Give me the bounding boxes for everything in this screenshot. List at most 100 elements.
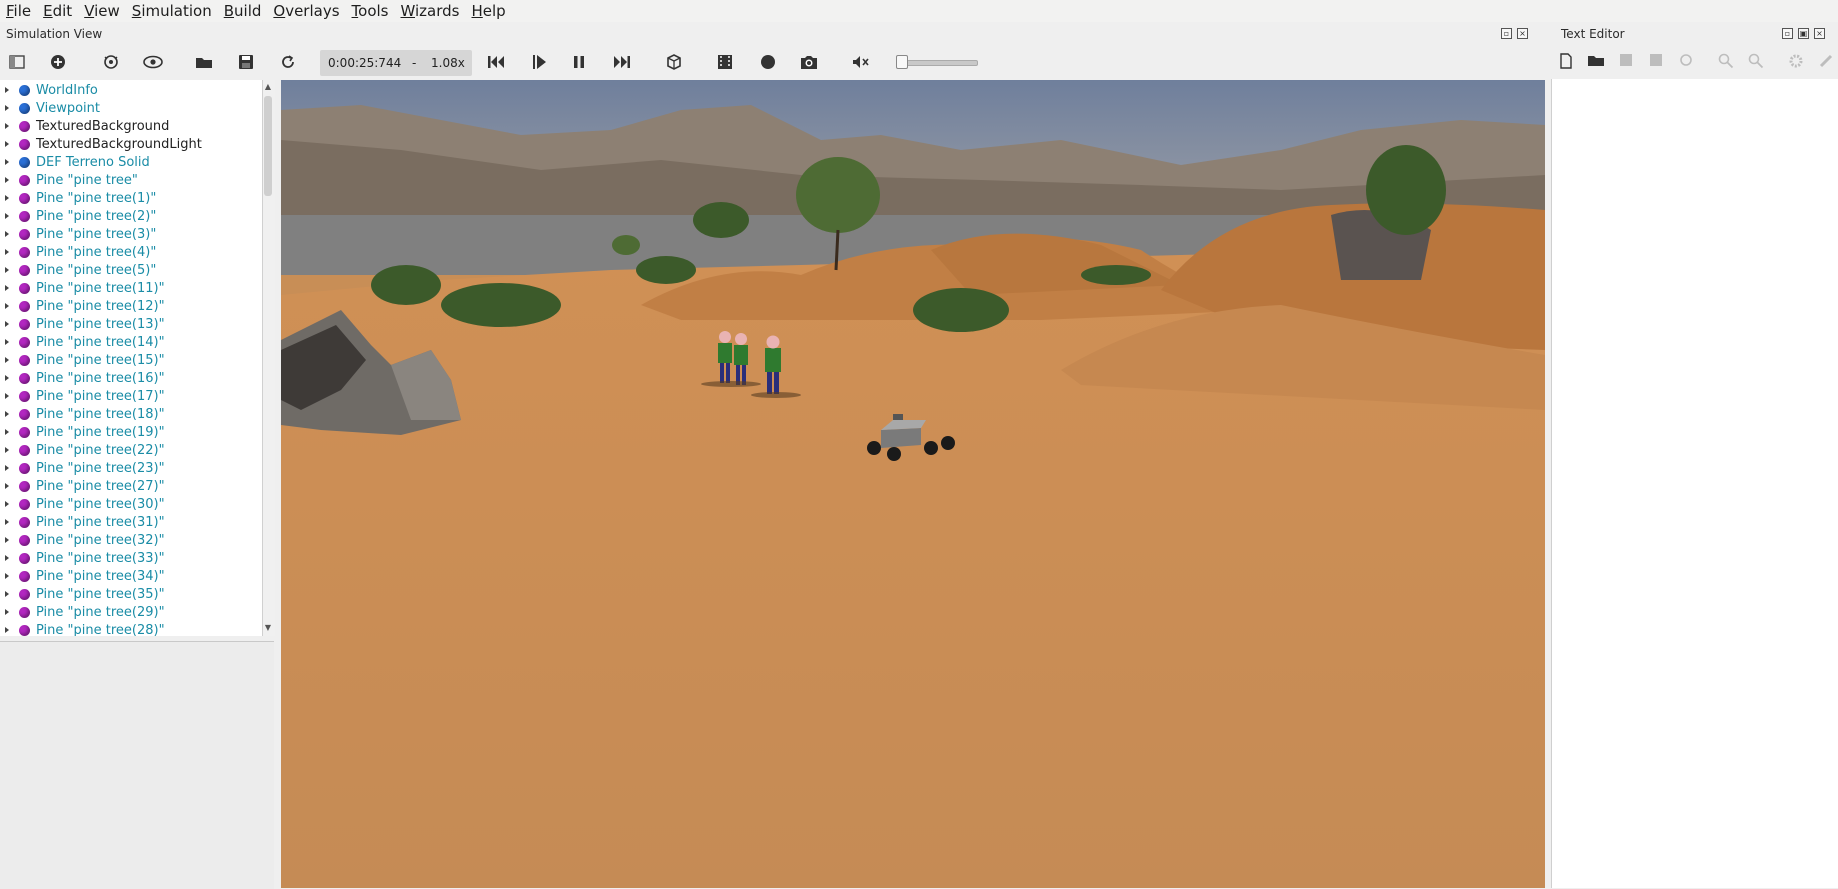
expand-arrow-icon[interactable] [5,249,9,255]
close-text-editor-icon[interactable]: × [1814,28,1825,39]
scene-tree-item[interactable]: Pine "pine tree(1)" [0,189,258,207]
menu-help[interactable]: Help [466,0,512,22]
scene-tree-item[interactable]: Viewpoint [0,99,258,117]
scene-tree-item[interactable]: Pine "pine tree(19)" [0,423,258,441]
expand-arrow-icon[interactable] [5,267,9,273]
expand-arrow-icon[interactable] [5,501,9,507]
new-file-icon[interactable] [1557,53,1575,71]
expand-arrow-icon[interactable] [5,123,9,129]
scroll-down-icon[interactable]: ▼ [264,624,272,632]
scene-tree-item[interactable]: Pine "pine tree(3)" [0,225,258,243]
expand-arrow-icon[interactable] [5,591,9,597]
view-cube-icon[interactable] [661,50,685,74]
volume-slider-handle[interactable] [896,55,908,69]
menu-overlays[interactable]: Overlays [267,0,345,22]
expand-arrow-icon[interactable] [5,411,9,417]
expand-arrow-icon[interactable] [5,357,9,363]
expand-arrow-icon[interactable] [5,555,9,561]
pause-icon[interactable] [567,50,591,74]
open-world-icon[interactable] [192,50,216,74]
scene-tree-item[interactable]: Pine "pine tree(14)" [0,333,258,351]
scene-tree-item[interactable]: Pine "pine tree(22)" [0,441,258,459]
record-video-icon[interactable] [713,50,737,74]
scene-tree-scroll-thumb[interactable] [264,96,272,196]
float-text-editor-icon[interactable]: ▫ [1782,28,1793,39]
fast-forward-icon[interactable] [610,50,634,74]
expand-arrow-icon[interactable] [5,573,9,579]
scene-tree-item[interactable]: Pine "pine tree" [0,171,258,189]
menu-tools[interactable]: Tools [346,0,395,22]
scene-tree-item[interactable]: TexturedBackgroundLight [0,135,258,153]
step-icon[interactable] [527,50,551,74]
expand-arrow-icon[interactable] [5,303,9,309]
scene-tree-item[interactable]: Pine "pine tree(35)" [0,585,258,603]
scene-tree-item[interactable]: Pine "pine tree(34)" [0,567,258,585]
reset-viewpoint-icon[interactable] [99,50,123,74]
scene-tree-item[interactable]: Pine "pine tree(32)" [0,531,258,549]
scene-tree-item[interactable]: Pine "pine tree(18)" [0,405,258,423]
expand-arrow-icon[interactable] [5,285,9,291]
scene-tree-item[interactable]: Pine "pine tree(4)" [0,243,258,261]
camera-icon[interactable] [797,50,821,74]
menu-wizards[interactable]: Wizards [395,0,466,22]
scene-tree-item[interactable]: Pine "pine tree(12)" [0,297,258,315]
scene-tree-item[interactable]: Pine "pine tree(15)" [0,351,258,369]
expand-arrow-icon[interactable] [5,465,9,471]
scene-tree-item[interactable]: Pine "pine tree(28)" [0,621,258,636]
toggle-scene-tree-icon[interactable] [5,50,29,74]
open-file-icon[interactable] [1587,53,1605,71]
expand-arrow-icon[interactable] [5,105,9,111]
float-dock-icon[interactable]: ▫ [1501,28,1512,39]
record-icon[interactable] [756,50,780,74]
expand-arrow-icon[interactable] [5,159,9,165]
expand-arrow-icon[interactable] [5,393,9,399]
volume-slider[interactable] [896,60,978,66]
scene-tree-item[interactable]: Pine "pine tree(11)" [0,279,258,297]
expand-arrow-icon[interactable] [5,87,9,93]
add-node-icon[interactable] [46,50,70,74]
expand-arrow-icon[interactable] [5,177,9,183]
scene-tree-item[interactable]: TexturedBackground [0,117,258,135]
expand-arrow-icon[interactable] [5,627,9,633]
expand-arrow-icon[interactable] [5,141,9,147]
scene-tree-item[interactable]: Pine "pine tree(31)" [0,513,258,531]
save-world-icon[interactable] [234,50,258,74]
scroll-up-icon[interactable]: ▲ [264,83,272,91]
scene-tree-item[interactable]: DEF Terreno Solid [0,153,258,171]
menu-build[interactable]: Build [218,0,268,22]
menu-simulation[interactable]: Simulation [126,0,218,22]
speaker-mute-icon[interactable] [849,50,873,74]
close-dock-icon[interactable]: × [1517,28,1528,39]
3d-viewport[interactable] [281,80,1545,888]
scene-tree-item[interactable]: WorldInfo [0,81,258,99]
scene-tree-item[interactable]: Pine "pine tree(23)" [0,459,258,477]
menu-file[interactable]: File [0,0,37,22]
scene-tree-item[interactable]: Pine "pine tree(30)" [0,495,258,513]
expand-arrow-icon[interactable] [5,195,9,201]
expand-arrow-icon[interactable] [5,231,9,237]
menu-edit[interactable]: Edit [37,0,78,22]
scene-tree-item[interactable]: Pine "pine tree(33)" [0,549,258,567]
scene-tree-item[interactable]: Pine "pine tree(5)" [0,261,258,279]
scene-tree-item[interactable]: Pine "pine tree(2)" [0,207,258,225]
expand-arrow-icon[interactable] [5,483,9,489]
expand-arrow-icon[interactable] [5,609,9,615]
text-editor-area[interactable] [1551,79,1838,888]
expand-arrow-icon[interactable] [5,429,9,435]
expand-arrow-icon[interactable] [5,339,9,345]
expand-arrow-icon[interactable] [5,213,9,219]
expand-arrow-icon[interactable] [5,519,9,525]
scene-tree-item[interactable]: Pine "pine tree(16)" [0,369,258,387]
expand-arrow-icon[interactable] [5,375,9,381]
expand-arrow-icon[interactable] [5,537,9,543]
maximize-text-editor-icon[interactable]: ▣ [1798,28,1809,39]
reload-world-icon[interactable] [276,50,300,74]
menu-view[interactable]: View [78,0,126,22]
eye-icon[interactable] [141,50,165,74]
scene-tree-item[interactable]: Pine "pine tree(29)" [0,603,258,621]
scene-tree-item[interactable]: Pine "pine tree(17)" [0,387,258,405]
expand-arrow-icon[interactable] [5,447,9,453]
expand-arrow-icon[interactable] [5,321,9,327]
scene-tree-item[interactable]: Pine "pine tree(27)" [0,477,258,495]
scene-tree-item[interactable]: Pine "pine tree(13)" [0,315,258,333]
